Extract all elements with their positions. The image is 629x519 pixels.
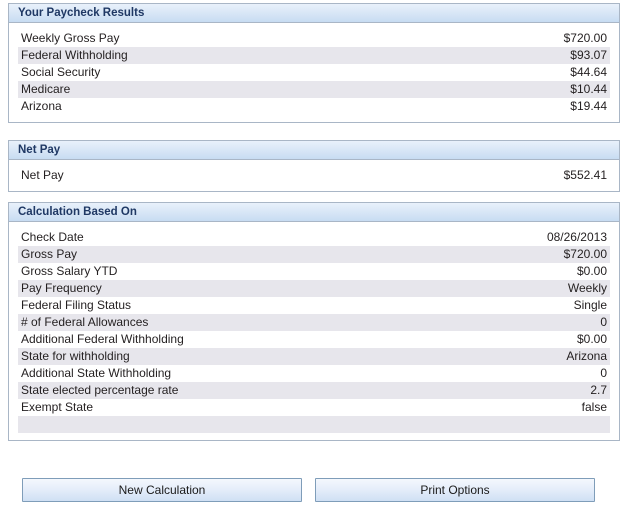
calculation-row-label: Gross Pay <box>18 246 314 263</box>
calculation-row-label: Federal Filing Status <box>21 298 132 312</box>
paycheck-results-panel: Your Paycheck Results Weekly Gross Pay $7… <box>8 3 620 123</box>
result-row-label: Social Security <box>21 65 101 79</box>
button-bar: New Calculation Print Options <box>0 478 629 502</box>
calculation-based-on-panel-title: Calculation Based On <box>9 203 619 222</box>
calculation-row-label: Additional State Withholding <box>21 366 172 380</box>
table-row: Federal Withholding $93.07 <box>18 47 610 64</box>
calculation-based-on-table: Check Date 08/26/2013 Gross Pay $720.00 Gros… <box>18 229 610 433</box>
calculation-row-label: Exempt State <box>21 400 94 414</box>
net-pay-panel-body: Net Pay $552.41 <box>9 160 619 191</box>
net-pay-table: Net Pay $552.41 <box>18 167 610 184</box>
result-row-label: Arizona <box>21 99 62 113</box>
table-row: Net Pay $552.41 <box>18 167 610 184</box>
table-row: Arizona $19.44 <box>18 98 610 115</box>
calculation-row-value: $720.00 <box>314 246 610 263</box>
result-row-value: $44.64 <box>570 65 607 79</box>
calculation-row-label: # of Federal Allowances <box>18 314 314 331</box>
net-pay-panel: Net Pay Net Pay $552.41 <box>8 140 620 192</box>
new-calculation-button[interactable]: New Calculation <box>22 478 302 502</box>
print-options-button[interactable]: Print Options <box>315 478 595 502</box>
calculation-row-value: $0.00 <box>576 264 607 278</box>
result-row-value: $93.07 <box>314 47 610 64</box>
result-row-label: Medicare <box>18 81 314 98</box>
table-row: Check Date 08/26/2013 <box>18 229 610 246</box>
table-row: # of Federal Allowances 0 <box>18 314 610 331</box>
table-row: State for withholding Arizona <box>18 348 610 365</box>
result-row-label: Federal Withholding <box>18 47 314 64</box>
table-row: Pay Frequency Weekly <box>18 280 610 297</box>
table-row: State elected percentage rate 2.7 <box>18 382 610 399</box>
calculation-row-value <box>314 416 610 433</box>
paycheck-results-panel-title: Your Paycheck Results <box>9 4 619 23</box>
calculation-row-value: Weekly <box>314 280 610 297</box>
calculation-row-label: Check Date <box>21 230 84 244</box>
paycheck-results-panel-body: Weekly Gross Pay $720.00 Federal Withholdi… <box>9 23 619 122</box>
calculation-row-label: State for withholding <box>18 348 314 365</box>
calculation-row-value: 2.7 <box>314 382 610 399</box>
calculation-row-value: Single <box>573 298 607 312</box>
net-pay-row-label: Net Pay <box>21 168 64 182</box>
table-row: Gross Salary YTD $0.00 <box>18 263 610 280</box>
calculation-based-on-panel: Calculation Based On Check Date 08/26/201… <box>8 202 620 441</box>
table-row: Weekly Gross Pay $720.00 <box>18 30 610 47</box>
calculation-row-value: 0 <box>600 366 607 380</box>
table-row <box>18 416 610 433</box>
calculation-row-label: Additional Federal Withholding <box>21 332 184 346</box>
table-row: Exempt State false <box>18 399 610 416</box>
paycheck-results-page: Your Paycheck Results Weekly Gross Pay $7… <box>0 0 629 519</box>
paycheck-results-table: Weekly Gross Pay $720.00 Federal Withholdi… <box>18 30 610 115</box>
net-pay-row-value: $552.41 <box>563 168 607 182</box>
calculation-based-on-panel-body: Check Date 08/26/2013 Gross Pay $720.00 Gros… <box>9 222 619 440</box>
calculation-row-value: Arizona <box>314 348 610 365</box>
table-row: Medicare $10.44 <box>18 81 610 98</box>
net-pay-panel-title: Net Pay <box>9 141 619 160</box>
table-row: Additional State Withholding 0 <box>18 365 610 382</box>
calculation-row-label <box>18 416 314 433</box>
table-row: Additional Federal Withholding $0.00 <box>18 331 610 348</box>
calculation-row-value: $0.00 <box>576 332 607 346</box>
result-row-label: Weekly Gross Pay <box>21 31 120 45</box>
table-row: Gross Pay $720.00 <box>18 246 610 263</box>
calculation-row-label: Gross Salary YTD <box>21 264 118 278</box>
result-row-value: $19.44 <box>570 99 607 113</box>
calculation-row-value: 0 <box>314 314 610 331</box>
calculation-row-value: 08/26/2013 <box>546 230 607 244</box>
calculation-row-label: State elected percentage rate <box>18 382 314 399</box>
result-row-value: $720.00 <box>563 31 607 45</box>
table-row: Social Security $44.64 <box>18 64 610 81</box>
calculation-row-label: Pay Frequency <box>18 280 314 297</box>
calculation-row-value: false <box>581 400 607 414</box>
table-row: Federal Filing Status Single <box>18 297 610 314</box>
result-row-value: $10.44 <box>314 81 610 98</box>
